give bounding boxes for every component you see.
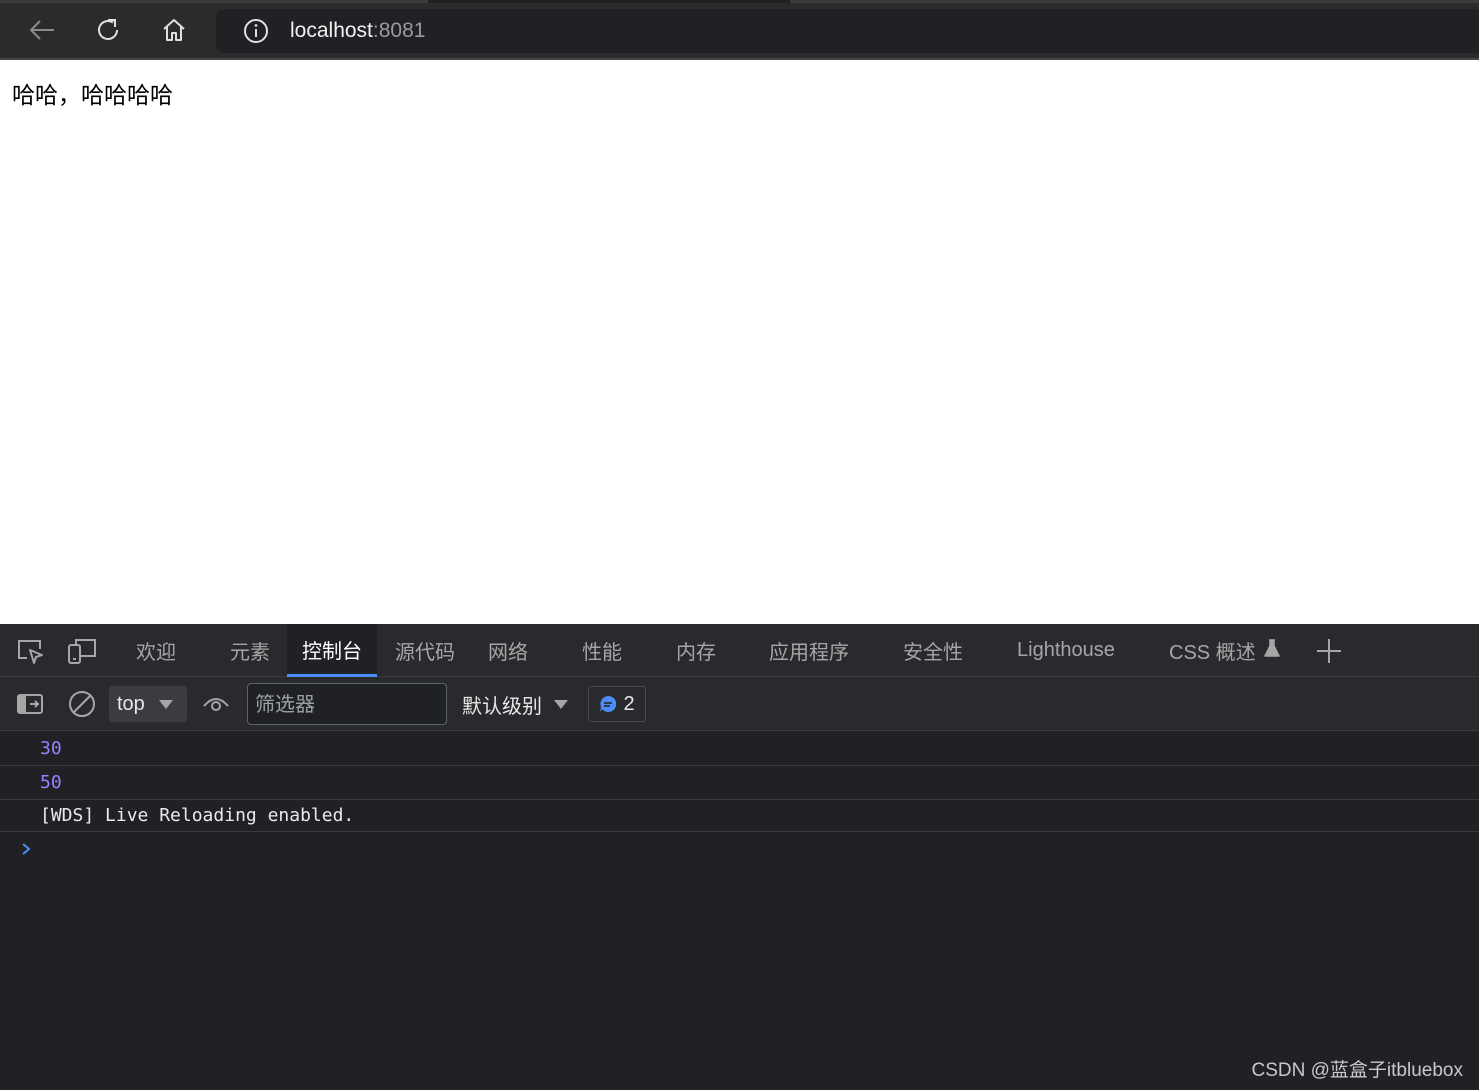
console-messages: 30 50 [WDS] Live Reloading enabled. xyxy=(0,732,1479,866)
experimental-flask-icon xyxy=(1263,639,1280,662)
site-info-button[interactable] xyxy=(240,18,272,44)
tab-lighthouse[interactable]: Lighthouse xyxy=(1017,624,1115,677)
more-tabs-button[interactable] xyxy=(1314,636,1344,666)
console-toolbar: top 默认级别 2 xyxy=(0,677,1479,731)
console-prompt[interactable] xyxy=(0,832,1479,866)
home-icon xyxy=(163,19,185,41)
tab-welcome[interactable]: 欢迎 xyxy=(136,624,176,677)
console-message: 50 xyxy=(0,766,1479,800)
inspect-element-button[interactable] xyxy=(15,636,45,666)
chevron-right-icon xyxy=(22,843,31,855)
filter-input[interactable] xyxy=(247,683,447,725)
tab-elements[interactable]: 元素 xyxy=(230,624,270,677)
tab-css-overview-label: CSS 概述 xyxy=(1169,642,1256,664)
page-text: 哈哈，哈哈哈哈 xyxy=(12,83,173,109)
log-levels-dropdown[interactable]: 默认级别 xyxy=(462,677,568,731)
active-tab-indicator xyxy=(428,0,790,3)
devtools-panel: 欢迎 元素 控制台 源代码 网络 性能 内存 应用程序 安全性 Lighthou… xyxy=(0,624,1479,1090)
home-button[interactable] xyxy=(154,10,194,50)
issues-count: 2 xyxy=(623,692,635,715)
back-button[interactable] xyxy=(22,10,62,50)
clear-console-button[interactable] xyxy=(67,689,97,719)
page-viewport: 哈哈，哈哈哈哈 xyxy=(0,62,1479,624)
inspect-icon xyxy=(18,640,43,664)
tab-security[interactable]: 安全性 xyxy=(903,624,963,677)
chevron-down-icon xyxy=(554,699,568,709)
tab-memory[interactable]: 内存 xyxy=(676,624,716,677)
plus-icon xyxy=(1317,639,1341,663)
url-text[interactable]: localhost:8081 xyxy=(290,19,425,43)
tab-sources[interactable]: 源代码 xyxy=(395,624,455,677)
devtools-tab-bar: 欢迎 元素 控制台 源代码 网络 性能 内存 应用程序 安全性 Lighthou… xyxy=(0,624,1479,677)
tab-css-overview[interactable]: CSS 概述 xyxy=(1169,624,1280,677)
site-info-icon xyxy=(244,19,268,43)
eye-icon xyxy=(203,698,229,711)
tab-application[interactable]: 应用程序 xyxy=(769,624,849,677)
url-port: :8081 xyxy=(372,19,426,42)
console-message: [WDS] Live Reloading enabled. xyxy=(0,800,1479,832)
device-toolbar-button[interactable] xyxy=(67,636,97,666)
device-emulation-icon xyxy=(68,639,96,664)
tab-network[interactable]: 网络 xyxy=(488,624,528,677)
reload-icon xyxy=(98,19,118,40)
live-expression-button[interactable] xyxy=(201,689,231,719)
browser-toolbar: localhost:8081 xyxy=(0,0,1479,60)
address-bar[interactable]: localhost:8081 xyxy=(216,9,1479,53)
console-message: 30 xyxy=(0,732,1479,766)
url-host: localhost xyxy=(290,19,373,42)
tab-performance[interactable]: 性能 xyxy=(582,624,622,677)
context-selector[interactable]: top xyxy=(109,686,187,722)
log-levels-label: 默认级别 xyxy=(462,693,542,718)
tab-strip xyxy=(0,0,1479,3)
message-bubble-icon xyxy=(600,695,617,712)
issues-counter-button[interactable]: 2 xyxy=(588,686,646,722)
watermark: CSDN @蓝盒子itbluebox xyxy=(1251,1060,1463,1081)
back-arrow-icon xyxy=(29,20,54,40)
sidebar-toggle-icon xyxy=(17,694,43,714)
chevron-down-icon xyxy=(158,699,173,709)
tab-console[interactable]: 控制台 xyxy=(287,624,377,677)
tab-lighthouse-label: Lighthouse xyxy=(1017,639,1115,661)
show-sidebar-button[interactable] xyxy=(15,689,45,719)
context-selector-value: top xyxy=(117,692,145,715)
clear-console-icon xyxy=(69,691,95,717)
reload-button[interactable] xyxy=(88,10,128,50)
